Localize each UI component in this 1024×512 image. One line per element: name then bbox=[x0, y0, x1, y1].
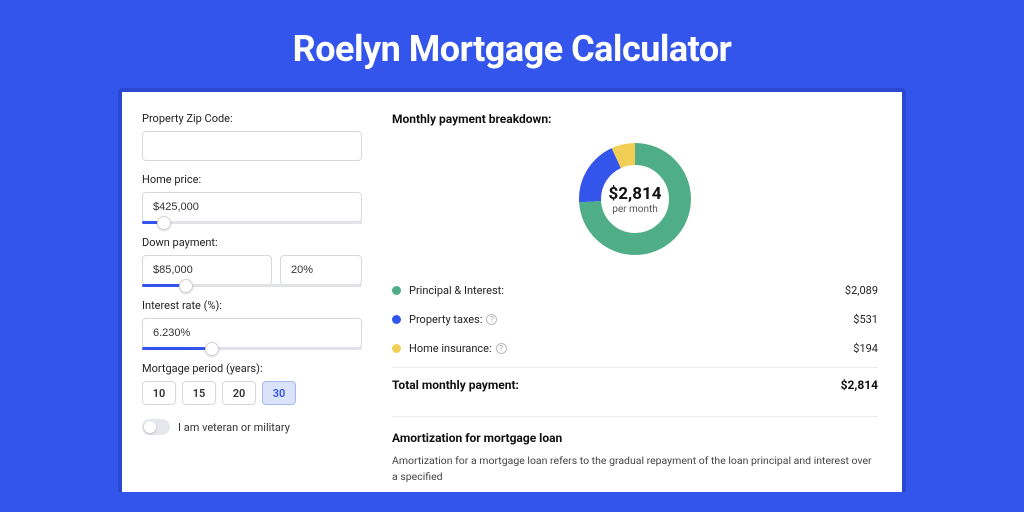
period-option-15[interactable]: 15 bbox=[182, 381, 216, 405]
period-option-30[interactable]: 30 bbox=[262, 381, 296, 405]
calculator-card: Property Zip Code: Home price: Down paym… bbox=[122, 92, 902, 492]
home-price-label: Home price: bbox=[142, 173, 362, 186]
donut-center: $2,814 per month bbox=[576, 140, 694, 258]
legend-value: $531 bbox=[853, 313, 878, 326]
down-payment-field: Down payment: bbox=[142, 236, 362, 287]
breakdown-panel: Monthly payment breakdown: $2,814 per mo… bbox=[382, 92, 902, 492]
legend-taxes: Property taxes: ? $531 bbox=[392, 305, 878, 334]
zip-label: Property Zip Code: bbox=[142, 112, 362, 125]
down-payment-slider[interactable] bbox=[142, 284, 362, 287]
help-icon[interactable]: ? bbox=[486, 314, 497, 325]
total-row: Total monthly payment: $2,814 bbox=[392, 367, 878, 402]
form-panel: Property Zip Code: Home price: Down paym… bbox=[122, 92, 382, 492]
down-payment-input[interactable] bbox=[142, 255, 272, 285]
donut-chart-wrap: $2,814 per month bbox=[392, 136, 878, 276]
slider-thumb-icon[interactable] bbox=[179, 279, 193, 293]
interest-label: Interest rate (%): bbox=[142, 299, 362, 312]
interest-slider[interactable] bbox=[142, 347, 362, 350]
period-options: 10 15 20 30 bbox=[142, 381, 362, 405]
amortization-title: Amortization for mortgage loan bbox=[392, 431, 878, 445]
interest-field: Interest rate (%): bbox=[142, 299, 362, 350]
veteran-toggle[interactable] bbox=[142, 419, 170, 435]
dot-icon bbox=[392, 344, 401, 353]
legend-label: Property taxes: ? bbox=[409, 313, 853, 326]
period-option-10[interactable]: 10 bbox=[142, 381, 176, 405]
home-price-input[interactable] bbox=[142, 192, 362, 222]
period-option-20[interactable]: 20 bbox=[222, 381, 256, 405]
legend-value: $194 bbox=[853, 342, 878, 355]
down-payment-label: Down payment: bbox=[142, 236, 362, 249]
total-value: $2,814 bbox=[841, 378, 878, 392]
breakdown-title: Monthly payment breakdown: bbox=[392, 112, 878, 126]
amortization-section: Amortization for mortgage loan Amortizat… bbox=[392, 416, 878, 485]
page-title: Roelyn Mortgage Calculator bbox=[0, 0, 1024, 88]
legend-principal: Principal & Interest: $2,089 bbox=[392, 276, 878, 305]
legend-label: Home insurance: ? bbox=[409, 342, 853, 355]
slider-thumb-icon[interactable] bbox=[205, 342, 219, 356]
period-label: Mortgage period (years): bbox=[142, 362, 362, 375]
home-price-field: Home price: bbox=[142, 173, 362, 224]
total-label: Total monthly payment: bbox=[392, 378, 841, 392]
dot-icon bbox=[392, 315, 401, 324]
card-backdrop: Property Zip Code: Home price: Down paym… bbox=[118, 88, 906, 492]
home-price-slider[interactable] bbox=[142, 221, 362, 224]
dot-icon bbox=[392, 286, 401, 295]
period-field: Mortgage period (years): 10 15 20 30 bbox=[142, 362, 362, 405]
donut-sub: per month bbox=[612, 204, 658, 215]
legend-label: Principal & Interest: bbox=[409, 284, 845, 297]
legend-insurance: Home insurance: ? $194 bbox=[392, 334, 878, 363]
donut-chart: $2,814 per month bbox=[576, 140, 694, 258]
toggle-thumb-icon bbox=[144, 421, 156, 433]
zip-field: Property Zip Code: bbox=[142, 112, 362, 161]
veteran-label: I am veteran or military bbox=[178, 421, 290, 434]
zip-input[interactable] bbox=[142, 131, 362, 161]
down-payment-pct-input[interactable] bbox=[280, 255, 362, 285]
veteran-row: I am veteran or military bbox=[142, 419, 362, 435]
legend-value: $2,089 bbox=[845, 284, 878, 297]
interest-input[interactable] bbox=[142, 318, 362, 348]
amortization-text: Amortization for a mortgage loan refers … bbox=[392, 453, 878, 485]
help-icon[interactable]: ? bbox=[496, 343, 507, 354]
donut-value: $2,814 bbox=[609, 184, 662, 204]
slider-thumb-icon[interactable] bbox=[157, 216, 171, 230]
